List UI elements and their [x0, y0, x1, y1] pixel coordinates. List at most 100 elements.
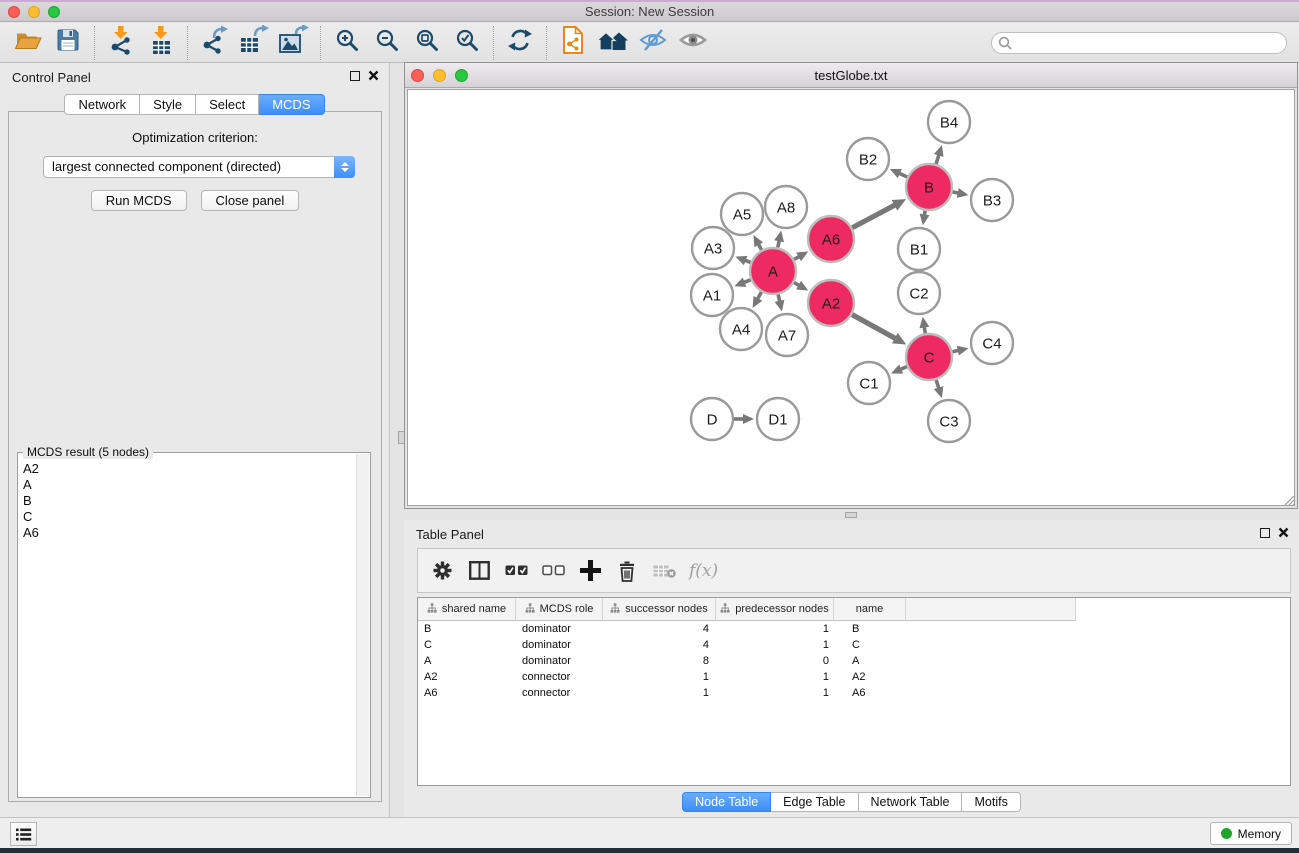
table-row[interactable]: Bdominator41B [418, 621, 1290, 637]
eye-icon [679, 30, 707, 55]
tab-node-table[interactable]: Node Table [682, 792, 771, 812]
network-canvas[interactable]: B4B2BB3A8A5A6A3B1AC2A1A2A4A7C4CC1C3DD1 [407, 89, 1295, 506]
graph-node-label: C1 [859, 376, 878, 393]
column-header[interactable]: shared name [418, 598, 516, 621]
import-network-button[interactable] [101, 25, 141, 61]
mcds-result-item[interactable]: A2 [23, 461, 370, 477]
table-cell[interactable]: B [418, 621, 516, 637]
unselect-all-columns-button[interactable] [541, 565, 565, 576]
function-builder-button[interactable]: f(x) [689, 561, 718, 581]
run-mcds-button[interactable]: Run MCDS [91, 190, 187, 211]
table-row[interactable]: A6connector11A6 [418, 685, 1290, 701]
open-folder-icon [14, 28, 42, 57]
table-row[interactable]: Adominator80A [418, 653, 1290, 669]
unchecked-boxes-icon [542, 565, 565, 576]
divider-handle[interactable] [845, 512, 857, 518]
mcds-result-item[interactable]: A [23, 477, 370, 493]
graph-edge-arrow-icon [735, 256, 747, 265]
graph-edge[interactable] [852, 204, 896, 227]
table-cell[interactable]: dominator [516, 621, 603, 637]
network-from-file-button[interactable] [553, 25, 593, 61]
tab-motifs[interactable]: Motifs [962, 792, 1020, 812]
table-cell[interactable]: 1 [716, 685, 834, 701]
hide-panels-button[interactable] [633, 25, 673, 61]
toolbar-separator [187, 26, 188, 60]
tab-mcds[interactable]: MCDS [259, 94, 324, 115]
task-history-button[interactable] [10, 822, 37, 846]
table-cell[interactable]: C [834, 637, 906, 653]
column-header[interactable]: successor nodes [603, 598, 716, 621]
table-row[interactable]: Cdominator41C [418, 637, 1290, 653]
show-column-panel-button[interactable] [467, 561, 491, 580]
table-settings-button[interactable] [430, 561, 454, 580]
table-cell[interactable]: C [418, 637, 516, 653]
float-panel-icon[interactable] [1260, 528, 1270, 538]
table-cell[interactable]: 4 [603, 637, 716, 653]
zoom-in-button[interactable] [327, 25, 367, 61]
result-scrollbar[interactable] [356, 454, 369, 796]
criterion-dropdown[interactable]: largest connected component (directed) [43, 156, 355, 178]
close-panel-icon[interactable] [368, 70, 379, 81]
export-network-button[interactable] [194, 25, 234, 61]
trash-icon [618, 560, 636, 582]
resize-grip-icon[interactable] [1282, 493, 1295, 506]
zoom-selected-icon [454, 27, 480, 58]
table-cell[interactable]: A6 [418, 685, 516, 701]
tab-edge-table[interactable]: Edge Table [771, 792, 858, 812]
table-cell[interactable]: A [418, 653, 516, 669]
home-button[interactable] [593, 25, 633, 61]
delete-column-button[interactable] [615, 560, 639, 582]
export-table-button[interactable] [234, 25, 274, 61]
zoom-out-button[interactable] [367, 25, 407, 61]
mcds-result-item[interactable]: C [23, 509, 370, 525]
table-cell[interactable]: A2 [418, 669, 516, 685]
export-image-button[interactable] [274, 25, 314, 61]
open-session-button[interactable] [8, 25, 48, 61]
mcds-result-title: MCDS result (5 nodes) [23, 445, 153, 459]
column-header[interactable]: name [834, 598, 906, 621]
delete-table-button[interactable] [652, 564, 676, 578]
import-table-button[interactable] [141, 25, 181, 61]
close-panel-icon[interactable] [1278, 527, 1289, 538]
tab-select[interactable]: Select [196, 94, 259, 115]
table-cell[interactable]: 1 [603, 685, 716, 701]
table-cell[interactable]: 0 [716, 653, 834, 669]
table-cell[interactable]: 1 [603, 669, 716, 685]
table-cell[interactable]: A [834, 653, 906, 669]
table-cell[interactable]: 4 [603, 621, 716, 637]
table-cell[interactable]: A6 [834, 685, 906, 701]
column-header-empty [906, 598, 1076, 621]
search-input[interactable] [991, 32, 1287, 54]
table-cell[interactable]: connector [516, 669, 603, 685]
memory-button[interactable]: Memory [1210, 822, 1292, 845]
zoom-fit-button[interactable] [407, 25, 447, 61]
table-cell[interactable]: 8 [603, 653, 716, 669]
column-header[interactable]: MCDS role [516, 598, 603, 621]
table-cell[interactable]: dominator [516, 653, 603, 669]
table-cell[interactable]: B [834, 621, 906, 637]
table-cell[interactable]: dominator [516, 637, 603, 653]
graph-node-label: A [768, 264, 778, 281]
table-cell[interactable]: 1 [716, 637, 834, 653]
float-panel-icon[interactable] [350, 71, 360, 81]
tab-network-table[interactable]: Network Table [859, 792, 963, 812]
table-cell[interactable]: 1 [716, 621, 834, 637]
tab-network[interactable]: Network [64, 94, 140, 115]
table-cell[interactable]: 1 [716, 669, 834, 685]
tab-style[interactable]: Style [140, 94, 196, 115]
zoom-selected-button[interactable] [447, 25, 487, 61]
refresh-button[interactable] [500, 25, 540, 61]
show-panels-button[interactable] [673, 25, 713, 61]
table-row[interactable]: A2connector11A2 [418, 669, 1290, 685]
mcds-result-item[interactable]: B [23, 493, 370, 509]
graph-edge[interactable] [852, 315, 897, 340]
save-session-button[interactable] [48, 25, 88, 61]
select-all-columns-button[interactable] [504, 565, 528, 576]
table-cell[interactable]: connector [516, 685, 603, 701]
table-panel-header: Table Panel [404, 520, 1299, 548]
create-column-button[interactable] [578, 560, 602, 581]
mcds-result-item[interactable]: A6 [23, 525, 370, 541]
close-panel-button[interactable]: Close panel [201, 190, 300, 211]
table-cell[interactable]: A2 [834, 669, 906, 685]
column-header[interactable]: predecessor nodes [716, 598, 834, 621]
